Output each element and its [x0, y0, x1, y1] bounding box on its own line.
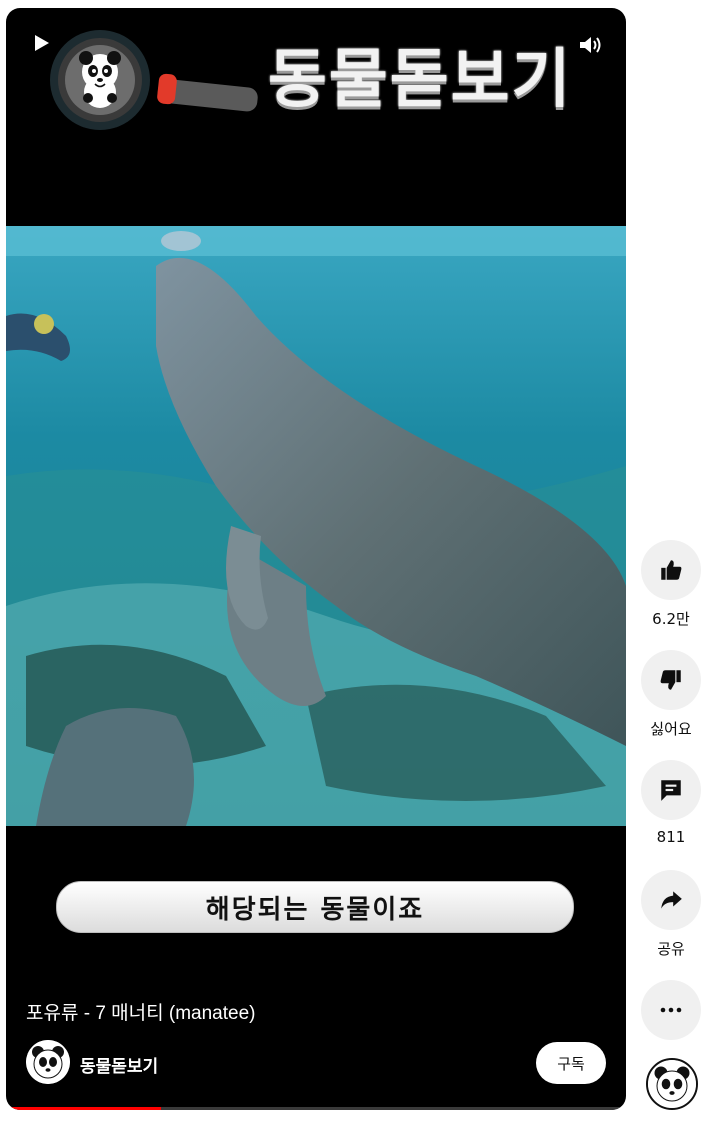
more-button[interactable] [641, 980, 701, 1040]
channel-logo-magnifier [50, 20, 270, 130]
volume-icon[interactable] [578, 34, 604, 61]
sound-channel-avatar[interactable] [646, 1058, 698, 1110]
play-icon[interactable] [34, 34, 50, 57]
video-title[interactable]: 포유류 - 7 매너티 (manatee) [26, 998, 255, 1025]
like-action: 6.2만 [640, 540, 702, 629]
subscribe-button[interactable]: 구독 [536, 1042, 606, 1084]
dislike-button[interactable] [641, 650, 701, 710]
channel-row: 동물돋보기 구독 [26, 1038, 606, 1088]
more-icon [660, 1007, 682, 1013]
like-count: 6.2만 [652, 610, 690, 628]
comment-action: 811 [640, 760, 702, 846]
comment-count: 811 [656, 828, 686, 846]
comment-button[interactable] [641, 760, 701, 820]
comment-icon [661, 780, 681, 801]
share-action: 공유 [640, 870, 702, 959]
dislike-action: 싫어요 [640, 650, 702, 739]
video-frame-manatee [6, 226, 626, 826]
share-label: 공유 [657, 940, 685, 958]
more-action [640, 980, 702, 1040]
dislike-label: 싫어요 [650, 720, 692, 738]
share-icon [661, 891, 682, 909]
channel-avatar[interactable] [26, 1040, 70, 1084]
caption-banner: 해당되는 동물이죠 [56, 881, 574, 933]
thumbs-up-icon [661, 560, 682, 580]
progress-bar[interactable] [6, 1107, 626, 1110]
brand-title: 동물돋보기 [268, 43, 573, 117]
channel-name[interactable]: 동물돋보기 [80, 1052, 158, 1077]
thumbs-down-icon [660, 670, 681, 690]
like-button[interactable] [641, 540, 701, 600]
share-button[interactable] [641, 870, 701, 930]
shorts-player[interactable]: 동물돋보기 해당되는 동물이죠 포유류 - 7 매너티 (manatee) 동물… [6, 8, 626, 1110]
progress-fill [6, 1107, 161, 1110]
